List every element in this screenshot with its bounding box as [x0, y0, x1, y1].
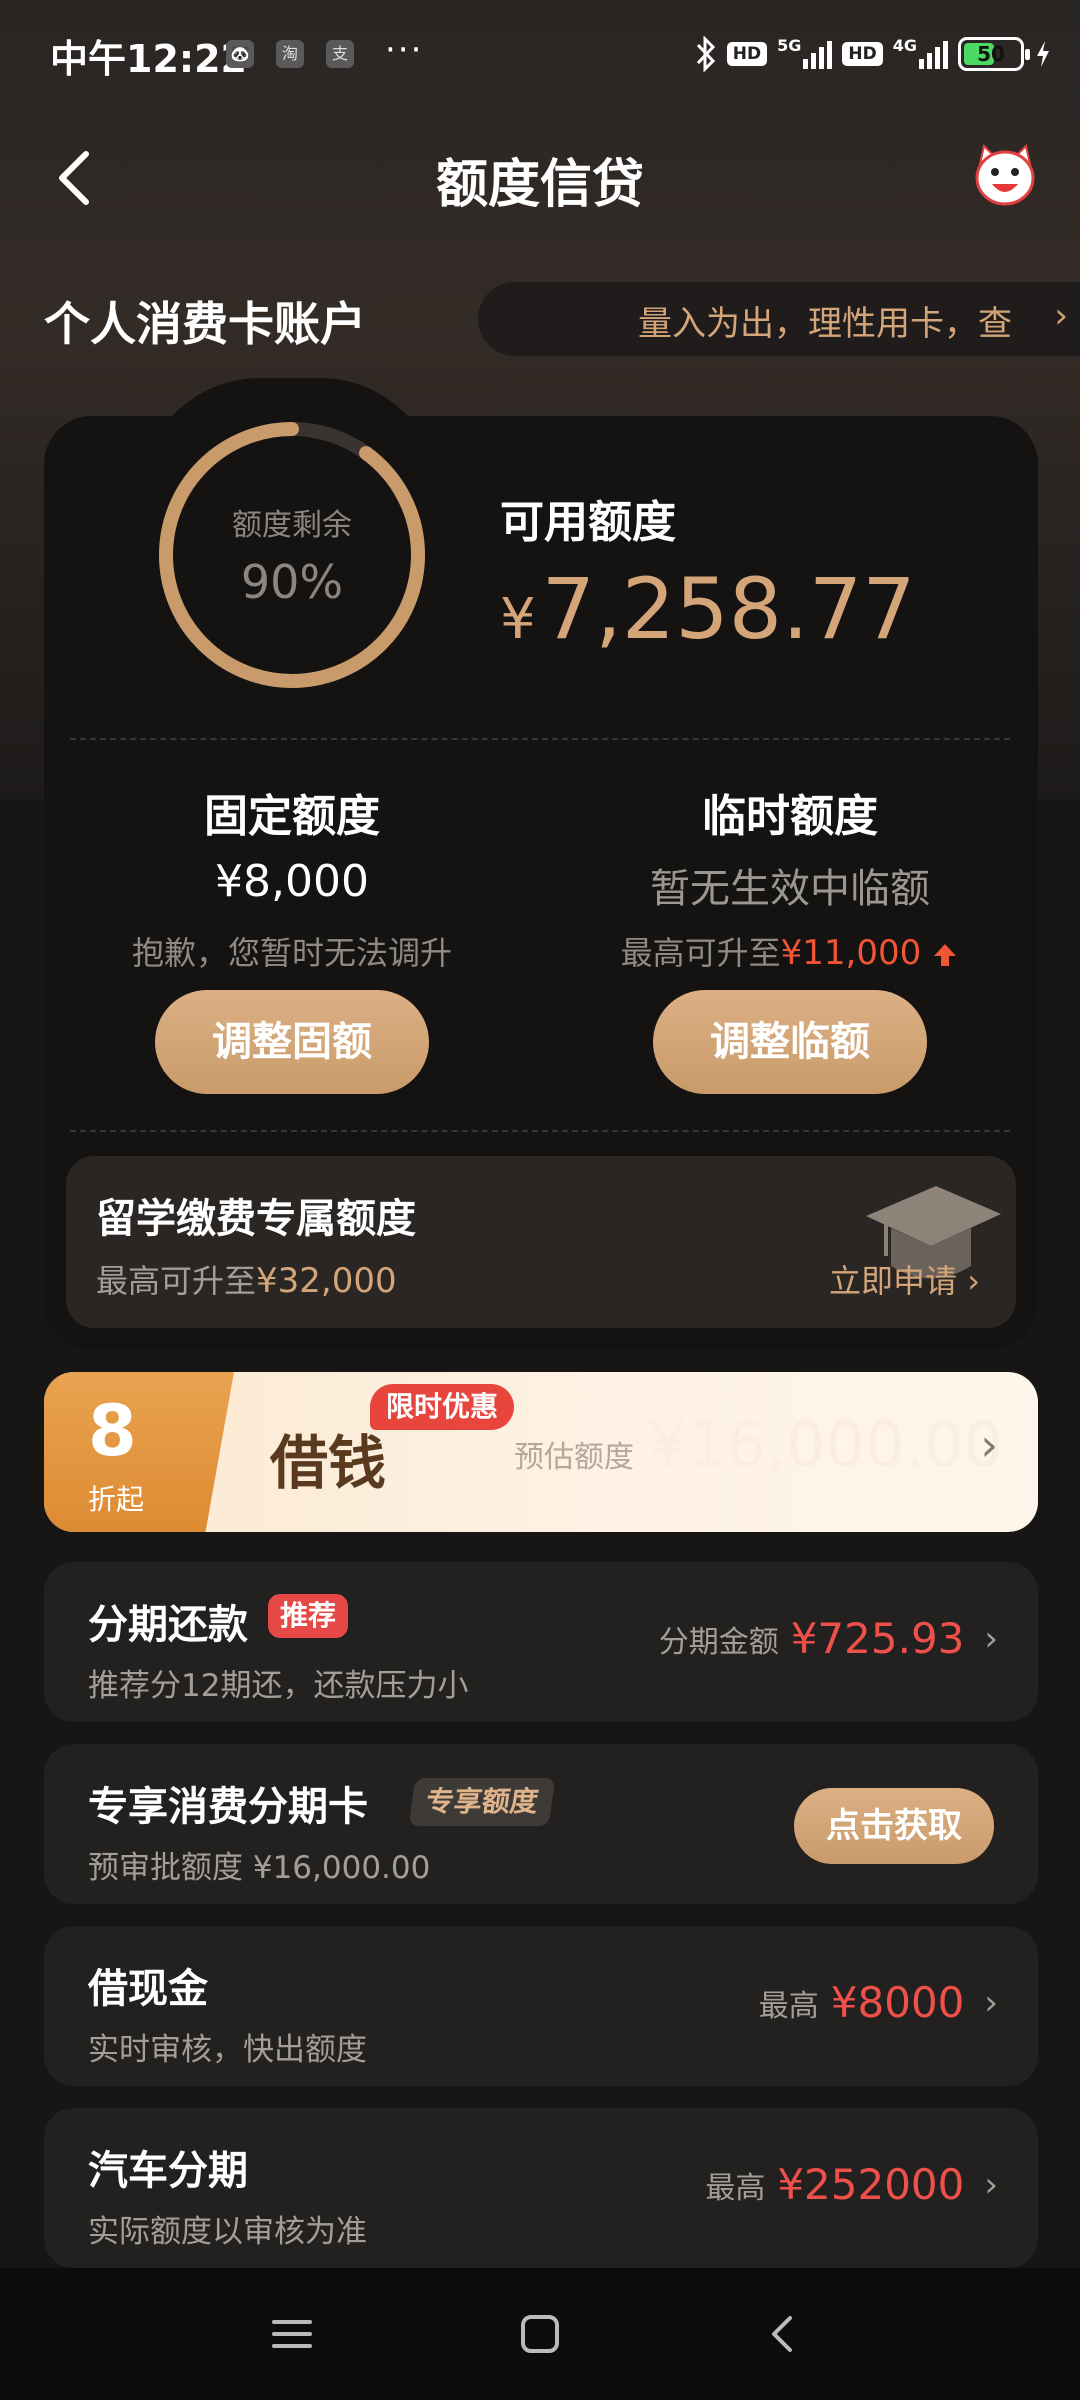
divider	[70, 738, 1010, 740]
adjust-fixed-button[interactable]: 调整固额	[155, 990, 429, 1094]
menu-icon[interactable]	[270, 2312, 314, 2356]
fixed-limit-note: 抱歉，您暂时无法调升	[131, 934, 452, 972]
chevron-right-icon: ›	[980, 1420, 998, 1471]
signal-icon-2	[919, 39, 948, 69]
discount-unit: 折起	[88, 1483, 145, 1516]
taobao-icon: 淘	[276, 40, 304, 68]
hd-badge-2: HD	[842, 42, 883, 66]
arrow-up-icon	[934, 944, 957, 966]
page-title: 额度信贷	[435, 155, 644, 215]
limited-offer-tag: 限时优惠	[370, 1384, 515, 1430]
chevron-right-icon: ›	[984, 1618, 998, 1659]
network-4g: 4G	[892, 35, 917, 55]
alipay-icon: 支	[326, 40, 354, 68]
row-subtitle: 实际额度以审核为准	[88, 2214, 367, 2250]
estimate-label: 预估额度	[514, 1440, 634, 1475]
chevron-right-icon: ›	[984, 2164, 998, 2205]
borrow-promo-banner[interactable]: 8 折起 借钱 限时优惠 预估额度 ¥16,000.00 ›	[44, 1372, 1038, 1532]
discount-value: 8	[88, 1390, 137, 1472]
exclusive-card-row[interactable]: 专享消费分期卡 专享额度 预审批额度 ¥16,000.00 点击获取	[44, 1744, 1038, 1904]
home-icon[interactable]	[518, 2312, 562, 2356]
signal-icon	[803, 39, 833, 69]
exclusive-tag: 专享额度	[408, 1778, 556, 1826]
back-icon[interactable]	[762, 2312, 806, 2356]
system-nav-bar	[0, 2268, 1080, 2400]
installment-row[interactable]: 分期还款 推荐 推荐分12期还，还款压力小 分期金额 ¥725.93 ›	[44, 1562, 1038, 1722]
temp-limit-value: 暂无生效中临额	[650, 866, 930, 912]
row-title: 借现金	[88, 1966, 208, 2012]
mascot-icon[interactable]	[970, 140, 1040, 210]
ring-value: 90%	[240, 555, 344, 609]
row-subtitle: 实时审核，快出额度	[88, 2032, 367, 2068]
get-now-button[interactable]: 点击获取	[794, 1788, 994, 1864]
available-amount: ¥7,258.77	[500, 560, 916, 658]
row-subtitle: 预审批额度 ¥16,000.00	[88, 1850, 431, 1886]
status-bar: 中午12:22 🐼 淘 支 ··· HD 5G HD 4G 50	[0, 0, 1080, 110]
ring-label: 额度剩余	[232, 508, 352, 543]
account-title: 个人消费卡账户	[44, 297, 366, 351]
charging-icon	[1037, 41, 1049, 67]
chevron-right-icon: ›	[984, 1982, 998, 2023]
row-title: 分期还款	[88, 1602, 248, 1648]
bluetooth-icon	[696, 36, 715, 72]
study-title: 留学缴费专属额度	[96, 1196, 416, 1242]
temp-limit-title: 临时额度	[702, 791, 878, 842]
more-notifications-icon: ···	[385, 30, 424, 70]
notice-text: 量入为出，理性用卡，查	[638, 304, 1012, 344]
status-time: 中午12:22	[50, 37, 247, 81]
promo-name: 借钱	[270, 1429, 387, 1497]
row-subtitle: 推荐分12期还，还款压力小	[88, 1668, 469, 1704]
temp-limit-note: 最高可升至¥11,000	[580, 928, 1000, 974]
recommend-tag: 推荐	[268, 1594, 349, 1638]
cash-loan-row[interactable]: 借现金 实时审核，快出额度 最高 ¥8000 ›	[44, 1926, 1038, 2086]
row-right: 最高 ¥252000 ›	[705, 2160, 998, 2209]
apply-now-link[interactable]: 立即申请 ›	[829, 1256, 980, 1302]
adjust-temp-button[interactable]: 调整临额	[653, 990, 927, 1094]
car-loan-row[interactable]: 汽车分期 实际额度以审核为准 最高 ¥252000 ›	[44, 2108, 1038, 2268]
chevron-right-icon: ›	[1054, 296, 1068, 336]
network-5g: 5G	[777, 35, 802, 55]
app-notification-icon: 🐼	[226, 40, 254, 68]
row-title: 汽车分期	[88, 2148, 248, 2194]
fixed-limit-value: ¥8,000	[215, 856, 369, 907]
available-label: 可用额度	[500, 497, 676, 548]
notice-marquee[interactable]: 量入为出，理性用卡，查 ›	[478, 282, 1080, 356]
row-title: 专享消费分期卡	[88, 1784, 368, 1830]
fixed-limit-title: 固定额度	[204, 791, 380, 842]
study-note: 最高可升至¥32,000	[96, 1261, 397, 1301]
row-right: 最高 ¥8000 ›	[758, 1978, 998, 2027]
hd-badge: HD	[726, 42, 768, 66]
divider-2	[70, 1130, 1010, 1132]
study-abroad-card[interactable]: 留学缴费专属额度 最高可升至¥32,000 立即申请 ›	[66, 1156, 1016, 1328]
row-right: 分期金额 ¥725.93 ›	[658, 1614, 998, 1663]
battery-icon: 50	[958, 37, 1030, 71]
estimate-amount: ¥16,000.00	[648, 1408, 1003, 1481]
status-right: HD 5G HD 4G 50	[695, 32, 1052, 76]
